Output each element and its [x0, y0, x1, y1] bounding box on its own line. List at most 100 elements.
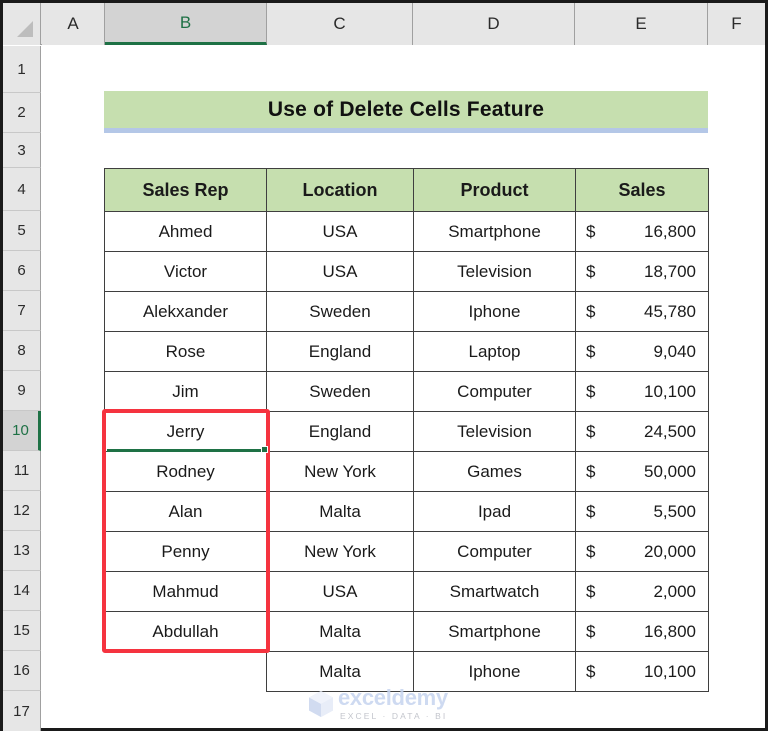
column-header-d[interactable]: D [413, 3, 575, 45]
row-header-2[interactable]: 2 [3, 93, 41, 133]
cell-location[interactable]: Sweden [266, 291, 414, 332]
cell-product[interactable]: Television [413, 251, 576, 292]
table-row: Alan Malta Ipad $5,500 [104, 491, 709, 532]
row-header-8[interactable]: 8 [3, 331, 41, 371]
cell-sales-rep[interactable]: Victor [104, 251, 267, 292]
row-header-9[interactable]: 9 [3, 371, 41, 411]
row-header-10[interactable]: 10 [3, 411, 41, 451]
table-row: Ahmed USA Smartphone $16,800 [104, 211, 709, 252]
table-row: Rose England Laptop $9,040 [104, 331, 709, 372]
currency-symbol: $ [586, 341, 596, 361]
row-header-6[interactable]: 6 [3, 251, 41, 291]
cell-sales-rep[interactable]: Jim [104, 371, 267, 412]
row-header-1[interactable]: 1 [3, 46, 41, 93]
column-header-location[interactable]: Location [266, 168, 414, 212]
row-header-14[interactable]: 14 [3, 571, 41, 611]
column-header-c[interactable]: C [267, 3, 413, 45]
cell-location[interactable]: Malta [266, 491, 414, 532]
row-header-16[interactable]: 16 [3, 651, 41, 691]
sales-amount: 24,500 [644, 421, 696, 441]
sales-amount: 9,040 [653, 341, 696, 361]
cell-sales[interactable]: $18,700 [575, 251, 709, 292]
column-header-sales-rep[interactable]: Sales Rep [104, 168, 267, 212]
select-all-button[interactable] [3, 3, 41, 45]
column-header-f[interactable]: F [708, 3, 765, 45]
cell-location[interactable]: England [266, 411, 414, 452]
currency-symbol: $ [586, 301, 596, 321]
cell-sales[interactable]: $20,000 [575, 531, 709, 572]
cell-sales-rep[interactable]: Penny [104, 531, 267, 572]
currency-symbol: $ [586, 381, 596, 401]
cell-sales-rep[interactable]: Ahmed [104, 211, 267, 252]
sales-amount: 10,100 [644, 381, 696, 401]
cell-sales-rep[interactable]: Abdullah [104, 611, 267, 652]
cell-product[interactable]: Ipad [413, 491, 576, 532]
row-header-13[interactable]: 13 [3, 531, 41, 571]
cell-location[interactable]: USA [266, 571, 414, 612]
cell-sales[interactable]: $10,100 [575, 651, 709, 692]
row-header-5[interactable]: 5 [3, 211, 41, 251]
sales-amount: 50,000 [644, 461, 696, 481]
cell-product[interactable]: Iphone [413, 291, 576, 332]
currency-symbol: $ [586, 501, 596, 521]
cell-location[interactable]: USA [266, 251, 414, 292]
cell-sales[interactable]: $45,780 [575, 291, 709, 332]
row-header-12[interactable]: 12 [3, 491, 41, 531]
cell-sales-rep-active[interactable]: Jerry [104, 411, 267, 452]
cell-product[interactable]: Smartphone [413, 211, 576, 252]
cell-sales[interactable]: $50,000 [575, 451, 709, 492]
cell-location[interactable]: England [266, 331, 414, 372]
table-row: Rodney New York Games $50,000 [104, 451, 709, 492]
column-header-product[interactable]: Product [413, 168, 576, 212]
cell-sales[interactable]: $5,500 [575, 491, 709, 532]
row-header-4[interactable]: 4 [3, 168, 41, 211]
cell-sales-rep-empty[interactable] [105, 652, 267, 692]
column-header-b[interactable]: B [105, 3, 267, 45]
cell-location[interactable]: New York [266, 451, 414, 492]
row-header-3[interactable]: 3 [3, 133, 41, 168]
cell-location[interactable]: USA [266, 211, 414, 252]
row-header-15[interactable]: 15 [3, 611, 41, 651]
worksheet-title-banner[interactable]: Use of Delete Cells Feature [104, 91, 708, 133]
row-header-17[interactable]: 17 [3, 691, 41, 731]
table-row: Jerry England Television $24,500 [104, 411, 709, 452]
cell-product[interactable]: Smartwatch [413, 571, 576, 612]
column-header-e[interactable]: E [575, 3, 708, 45]
row-header-7[interactable]: 7 [3, 291, 41, 331]
cell-sales[interactable]: $16,800 [575, 211, 709, 252]
cell-sales[interactable]: $2,000 [575, 571, 709, 612]
cell-product[interactable]: Laptop [413, 331, 576, 372]
sales-amount: 5,500 [653, 501, 696, 521]
cell-product[interactable]: Television [413, 411, 576, 452]
cell-sales[interactable]: $9,040 [575, 331, 709, 372]
cell-sales-rep[interactable]: Alekxander [104, 291, 267, 332]
table-row: Victor USA Television $18,700 [104, 251, 709, 292]
cell-sales-rep[interactable]: Alan [104, 491, 267, 532]
cell-sales[interactable]: $10,100 [575, 371, 709, 412]
cell-sales-rep[interactable]: Mahmud [104, 571, 267, 612]
sales-amount: 2,000 [653, 581, 696, 601]
fill-handle[interactable] [261, 446, 268, 453]
cell-location[interactable]: New York [266, 531, 414, 572]
column-header-sales[interactable]: Sales [575, 168, 709, 212]
column-header-bar: A B C D E F [3, 3, 765, 45]
cell-location[interactable]: Malta [266, 611, 414, 652]
cell-location[interactable]: Sweden [266, 371, 414, 412]
column-header-a[interactable]: A [42, 3, 105, 45]
cell-sales-rep[interactable]: Rose [104, 331, 267, 372]
cell-product[interactable]: Smartphone [413, 611, 576, 652]
sales-data-table: Sales Rep Location Product Sales Ahmed U… [104, 168, 709, 692]
table-row: Abdullah Malta Smartphone $16,800 [104, 611, 709, 652]
sales-amount: 18,700 [644, 261, 696, 281]
currency-symbol: $ [586, 541, 596, 561]
cell-product[interactable]: Computer [413, 531, 576, 572]
sales-amount: 20,000 [644, 541, 696, 561]
cell-sales[interactable]: $24,500 [575, 411, 709, 452]
row-header-11[interactable]: 11 [3, 451, 41, 491]
cell-sales-rep[interactable]: Rodney [104, 451, 267, 492]
cell-sales[interactable]: $16,800 [575, 611, 709, 652]
cell-product[interactable]: Games [413, 451, 576, 492]
cell-product[interactable]: Computer [413, 371, 576, 412]
excel-worksheet-window: A B C D E F 1 2 3 4 5 6 7 8 9 10 11 12 1… [0, 0, 768, 731]
currency-symbol: $ [586, 421, 596, 441]
